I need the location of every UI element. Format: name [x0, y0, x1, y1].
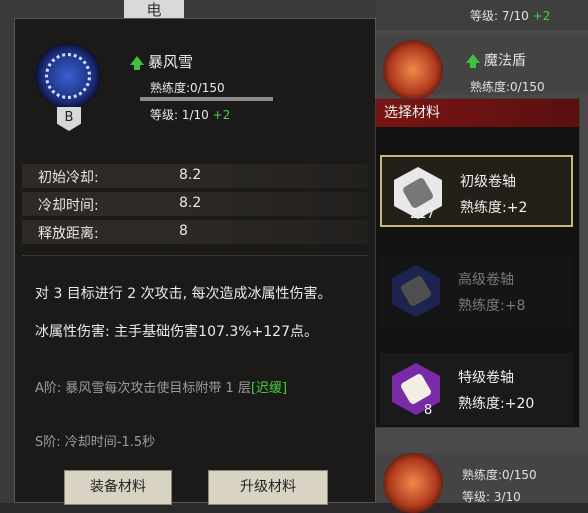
skill-level-bonus: +2 [212, 108, 231, 122]
upgrade-arrow-icon [130, 56, 144, 70]
section-divider [22, 255, 368, 256]
material-name: 高级卷轴 [458, 272, 514, 288]
material-count: 8 [424, 403, 433, 418]
upgrade-material-button[interactable]: 升级材料 [208, 470, 328, 505]
material-name: 初级卷轴 [460, 174, 516, 190]
material-proficiency: 熟练度:+20 [458, 396, 535, 412]
stat-value: 8.2 [179, 195, 202, 211]
material-proficiency: 熟练度:+2 [460, 200, 528, 216]
material-name: 特级卷轴 [458, 370, 514, 386]
blizzard-swirl-icon [45, 53, 91, 99]
background-skill-level: 等级: 3/10 [462, 490, 521, 504]
background-top-label: 电 [124, 0, 184, 20]
skill-a-tier-bonus: A阶: 暴风雪每次攻击使目标附带 1 层[迟缓] [35, 379, 370, 398]
skill-level: 等级: 1/10 +2 [150, 106, 230, 123]
stat-value: 8.2 [179, 167, 202, 183]
equip-material-button[interactable]: 装备材料 [64, 470, 172, 505]
shield-skill-icon [383, 40, 443, 100]
a-tier-text: A阶: 暴风雪每次攻击使目标附带 1 层 [35, 381, 251, 396]
upgrade-arrow-icon [466, 54, 480, 68]
stat-label: 冷却时间: [38, 198, 99, 214]
scroll-icon [392, 363, 440, 415]
stat-value: 8 [179, 223, 188, 239]
material-item-advanced-scroll[interactable]: 高级卷轴 熟练度:+8 [380, 255, 573, 327]
skill-icon [383, 453, 443, 513]
skill-detail-panel: B 暴风雪 熟练度:0/150 等级: 1/10 +2 初始冷却: 8.2 冷却… [14, 18, 376, 503]
skill-s-tier-bonus: S阶: 冷却时间-1.5秒 [35, 435, 156, 450]
background-skill-proficiency: 熟练度:0/150 [462, 468, 537, 482]
scroll-icon [392, 265, 440, 317]
skill-description-damage: 冰属性伤害: 主手基础伤害107.3%+127点。 [35, 324, 319, 340]
stat-row-cast-range: 释放距离: 8 [22, 220, 368, 244]
skill-level-text: 等级: 1/10 [150, 108, 209, 122]
material-item-special-scroll[interactable]: 8 特级卷轴 熟练度:+20 [380, 353, 573, 425]
material-item-basic-scroll[interactable]: 217 初级卷轴 熟练度:+2 [380, 155, 573, 227]
skill-proficiency: 熟练度:0/150 [150, 81, 225, 95]
background-skill-proficiency: 熟练度:0/150 [470, 80, 545, 94]
material-proficiency: 熟练度:+8 [458, 298, 526, 314]
skill-name: 暴风雪 [130, 51, 193, 72]
background-skill-name: 魔法盾 [466, 50, 526, 70]
stat-label: 初始冷却: [38, 170, 99, 186]
slow-status-link[interactable]: [迟缓] [251, 381, 287, 396]
stat-label: 释放距离: [38, 226, 99, 242]
grade-badge: B [57, 107, 81, 131]
stat-row-initial-cooldown: 初始冷却: 8.2 [22, 164, 368, 188]
material-panel-title: 选择材料 [376, 99, 579, 127]
blizzard-skill-icon [35, 43, 101, 109]
material-select-panel: 选择材料 217 初级卷轴 熟练度:+2 高级卷轴 熟练度:+8 8 特级卷轴 … [375, 98, 580, 428]
material-count: 217 [410, 207, 435, 222]
skill-name-text: 暴风雪 [148, 53, 194, 71]
stat-row-cooldown: 冷却时间: 8.2 [22, 192, 368, 216]
skill-description-effect: 对 3 目标进行 2 次攻击, 每次造成冰属性伤害。 [35, 286, 332, 302]
proficiency-bar [140, 97, 273, 101]
background-skill-level: 等级: 7/10 +2 [470, 9, 551, 23]
